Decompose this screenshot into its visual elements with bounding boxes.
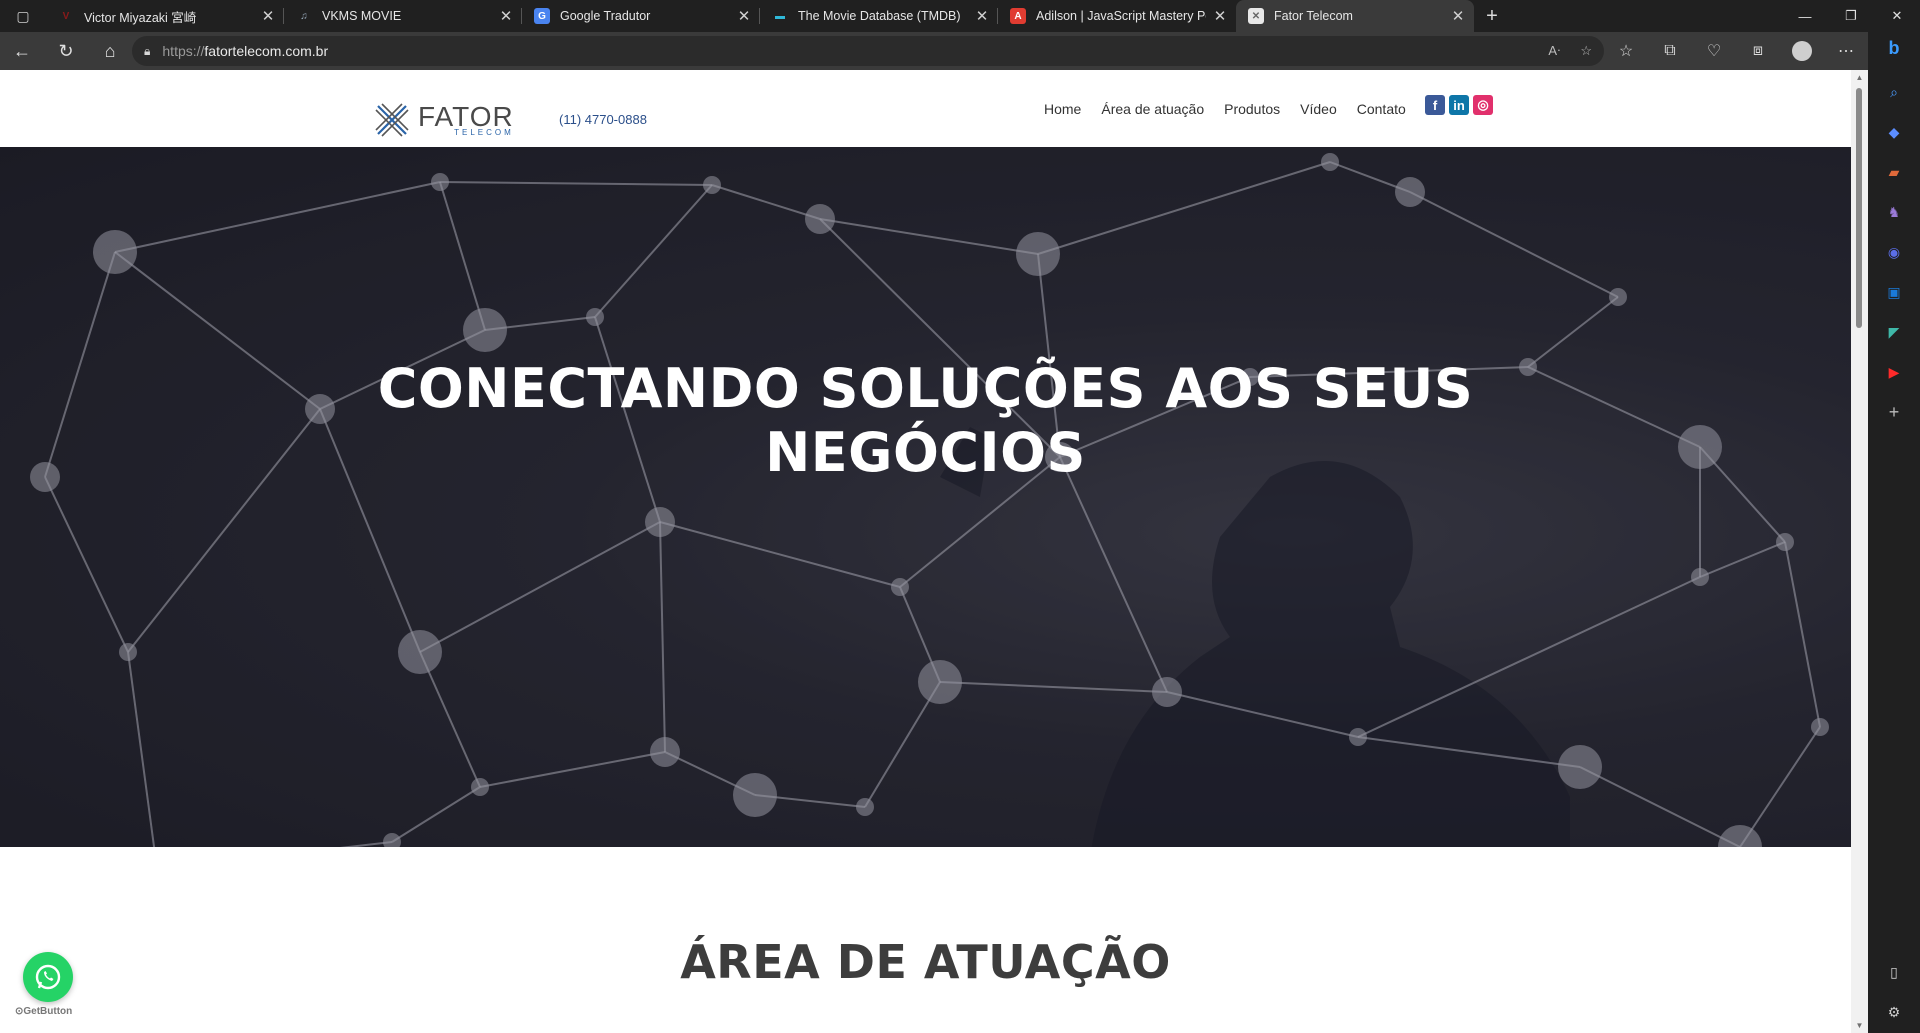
hero-banner: CONECTANDO SOLUÇÕES AOS SEUS NEGÓCIOS [0,147,1851,847]
tab-title: Fator Telecom [1274,9,1353,23]
youtube-icon[interactable]: ▶ [1868,352,1920,392]
section-title: ÁREA DE ATUAÇÃO [680,935,1171,989]
games-icon[interactable]: ♞ [1868,192,1920,232]
url-protocol: https:// [162,43,205,59]
facebook-icon[interactable]: f [1425,95,1445,115]
linkedin-icon[interactable]: in [1449,95,1469,115]
search-icon[interactable]: ⌕ [1868,72,1920,112]
drop-icon[interactable]: ◤ [1868,312,1920,352]
tab-close-icon[interactable]: ✕ [974,7,990,25]
sidebar-settings-icon[interactable]: ⚙ [1868,992,1920,1032]
logo-mark-icon [372,100,412,140]
tab-favicon-icon: ▬ [772,8,788,24]
instagram-icon[interactable]: ◎ [1473,95,1493,115]
back-icon[interactable]: ← [0,32,44,70]
tab-close-icon[interactable]: ✕ [498,7,514,25]
tab-favicon-icon: A [1010,8,1026,24]
bing-chat-icon[interactable]: b [1878,32,1910,64]
scroll-thumb[interactable] [1856,88,1862,328]
url-host: fatortelecom.com.br [204,43,329,59]
address-bar[interactable]: 🔒︎ https://fatortelecom.com.br Aᐧ ☆ [132,36,1604,66]
tab-bar: ▢ V Victor Miyazaki 宮崎 ✕ ♫ VKMS MOVIE ✕ G Googl… [0,0,1920,32]
page-viewport: FATOR TELECOM (11) 4770-0888 Home Área de… [0,70,1851,1033]
browser-tab[interactable]: ♫ VKMS MOVIE ✕ [284,0,522,32]
tab-close-icon[interactable]: ✕ [1212,7,1228,25]
refresh-icon[interactable]: ↻ [44,32,88,70]
minimize-icon[interactable]: — [1782,0,1828,32]
logo-text: FATOR [418,101,514,132]
whatsapp-button[interactable] [23,952,73,1002]
profile-button[interactable] [1780,32,1824,70]
tools-icon[interactable]: ▰ [1868,152,1920,192]
site-logo[interactable]: FATOR TELECOM [372,100,514,140]
home-icon[interactable]: ⌂ [88,32,132,70]
office-icon[interactable]: ◉ [1868,232,1920,272]
tab-actions-icon[interactable]: ▢ [0,0,46,32]
browser-tab[interactable]: ▬ The Movie Database (TMDB) ✕ [760,0,998,32]
tab-close-icon[interactable]: ✕ [260,7,276,25]
avatar [1792,41,1812,61]
scroll-down-icon[interactable]: ▼ [1855,1021,1864,1030]
close-window-icon[interactable]: ✕ [1874,0,1920,32]
hero-title-line1: CONECTANDO SOLUÇÕES AOS SEUS [377,357,1474,420]
shopping-icon[interactable]: ◆ [1868,112,1920,152]
tab-title: Google Tradutor [560,9,651,23]
menu-item-4[interactable]: Contato [1357,101,1406,117]
hero-title-line2: NEGÓCIOS [765,421,1086,484]
whatsapp-icon [35,964,61,990]
phone-number[interactable]: (11) 4770-0888 [559,112,647,127]
outlook-icon[interactable]: ▣ [1868,272,1920,312]
lock-icon[interactable]: 🔒︎ [144,44,150,59]
browser-tab[interactable]: A Adilson | JavaScript Mastery Portf ✕ [998,0,1236,32]
browser-tab[interactable]: V Victor Miyazaki 宮崎 ✕ [46,0,284,32]
menu-item-1[interactable]: Área de atuação [1101,101,1204,117]
getbutton-credit[interactable]: ⊙GetButton [15,1006,72,1017]
tab-favicon-icon: G [534,8,550,24]
tab-close-icon[interactable]: ✕ [736,7,752,25]
window-controls: — ❐ ✕ [1782,0,1920,32]
social-links: f in ◎ [1425,95,1493,115]
tab-favicon-icon: V [58,8,74,24]
extensions-icon[interactable]: ⧈ [1736,32,1780,70]
browser-tab[interactable]: ✕ Fator Telecom ✕ [1236,0,1474,32]
tab-close-icon[interactable]: ✕ [1450,7,1466,25]
hero-overlay [0,147,1851,847]
browser-toolbar: ← ↻ ⌂ 🔒︎ https://fatortelecom.com.br Aᐧ … [0,32,1920,70]
hero-title: CONECTANDO SOLUÇÕES AOS SEUS NEGÓCIOS [0,357,1851,485]
tab-title: The Movie Database (TMDB) [798,9,961,23]
site-header: FATOR TELECOM (11) 4770-0888 Home Área de… [0,70,1851,147]
menu-item-2[interactable]: Produtos [1224,101,1280,117]
browser-tab[interactable]: G Google Tradutor ✕ [522,0,760,32]
more-menu-icon[interactable]: ⋯ [1824,32,1868,70]
scroll-up-icon[interactable]: ▲ [1855,73,1864,82]
favorites-icon[interactable]: ☆ [1604,32,1648,70]
edge-sidebar: b ⌕ ◆ ▰ ♞ ◉ ▣ ◤ ▶ + ▯ ⚙ [1868,32,1920,1033]
tab-favicon-icon: ♫ [296,8,312,24]
restore-icon[interactable]: ❐ [1828,0,1874,32]
read-aloud-icon[interactable]: Aᐧ [1548,43,1560,59]
main-menu: Home Área de atuação Produtos Vídeo Contato [1044,101,1426,117]
add-favorite-icon[interactable]: ☆ [1580,43,1592,59]
tab-title: Victor Miyazaki 宮崎 [84,10,197,25]
new-tab-button[interactable]: + [1476,0,1508,32]
menu-item-3[interactable]: Vídeo [1300,101,1337,117]
add-sidebar-app-icon[interactable]: + [1868,392,1920,432]
tab-title: VKMS MOVIE [322,9,402,23]
collections-icon[interactable]: ⧉ [1648,32,1692,70]
tab-favicon-icon: ✕ [1248,8,1264,24]
browser-essentials-icon[interactable]: ♡ [1692,32,1736,70]
hide-sidebar-icon[interactable]: ▯ [1868,952,1920,992]
menu-item-0[interactable]: Home [1044,101,1081,117]
page-scrollbar[interactable]: ▲ ▼ [1851,70,1868,1033]
tab-title: Adilson | JavaScript Mastery Portf [1036,9,1206,23]
